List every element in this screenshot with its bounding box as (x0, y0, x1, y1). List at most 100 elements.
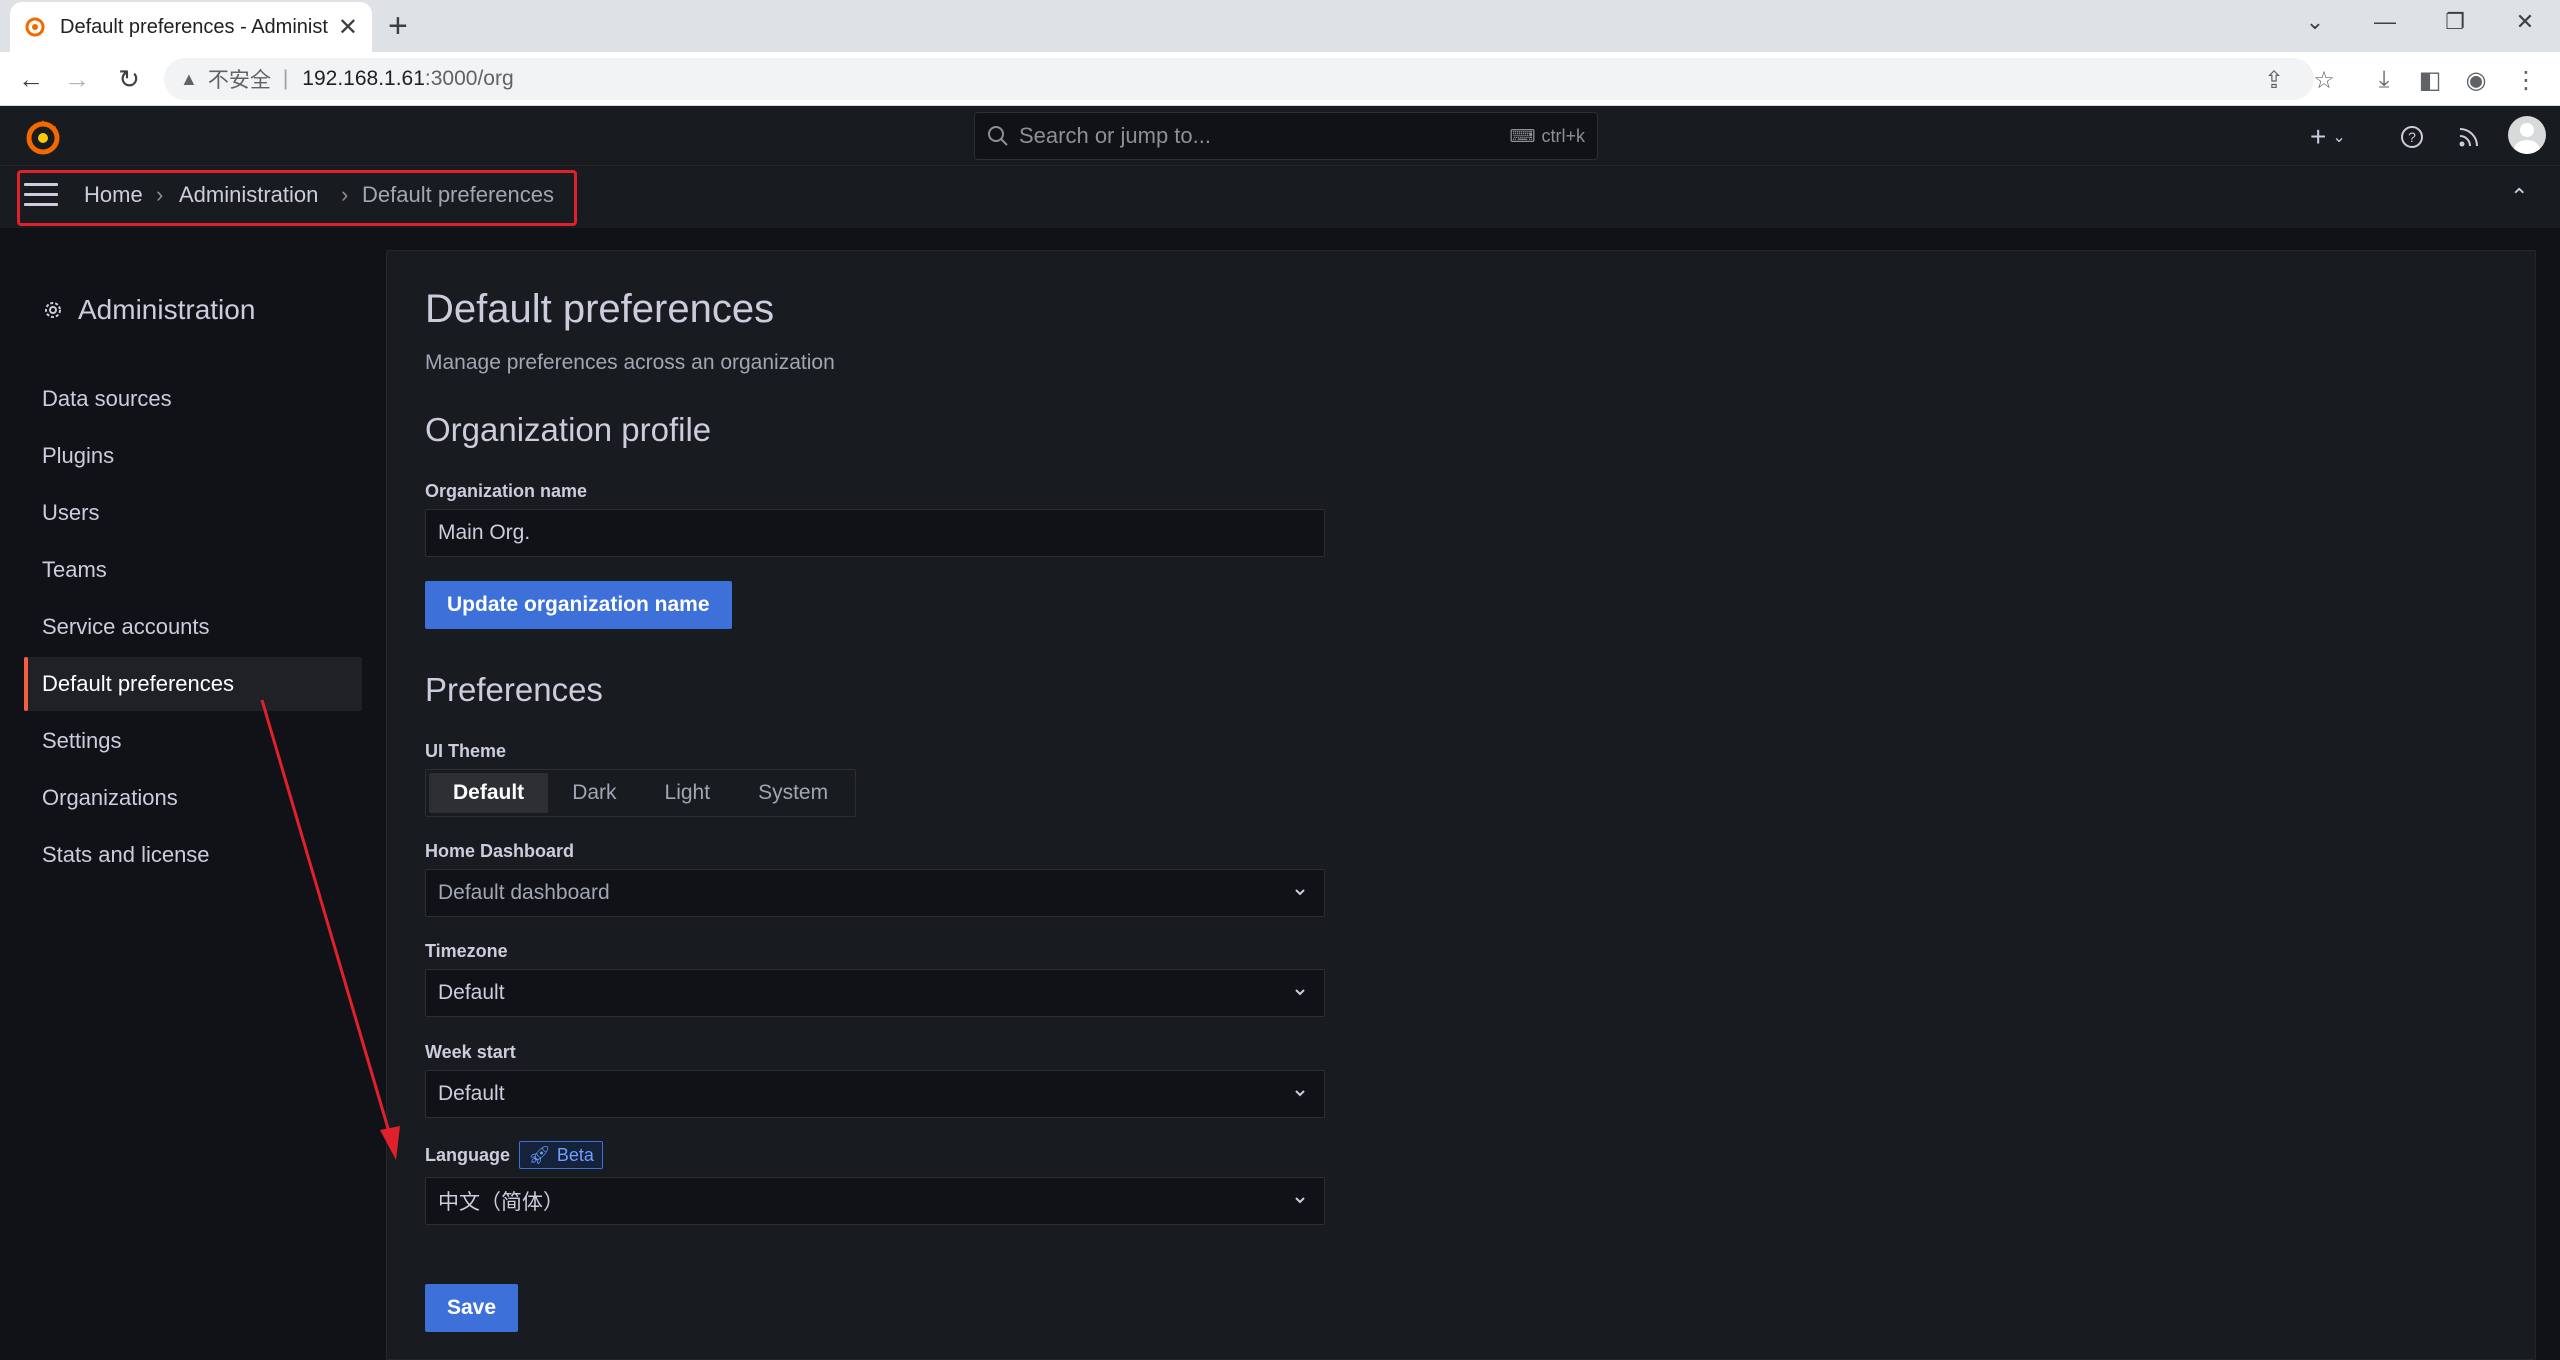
close-tab-icon[interactable]: ✕ (338, 13, 358, 42)
sidebar-item-organizations[interactable]: Organizations (24, 771, 362, 825)
breadcrumb-home[interactable]: Home (84, 182, 143, 208)
sidebar-header: Administration (42, 294, 255, 326)
download-icon[interactable]: ⤓ (2370, 66, 2398, 94)
plus-icon: + (2310, 121, 2327, 152)
chevron-down-icon: ⌄ (2332, 129, 2346, 146)
sidebar-item-label: Service accounts (42, 614, 210, 639)
close-window-icon[interactable]: ✕ (2490, 0, 2560, 44)
side-panel-icon[interactable]: ◧ (2416, 66, 2444, 94)
admin-sidebar: Administration Data sources Plugins User… (0, 228, 386, 1354)
breadcrumb-separator: › (341, 182, 349, 207)
address-bar[interactable]: ▲ 不安全 | 192.168.1.61 :3000/org (164, 58, 2314, 100)
org-name-value: Main Org. (438, 521, 531, 544)
browser-menu-icon[interactable]: ⋮ (2512, 66, 2540, 94)
ui-theme-label: UI Theme (425, 741, 507, 761)
chevron-down-icon (1290, 1190, 1310, 1210)
tab-title: Default preferences - Administ (60, 15, 328, 38)
new-tab-icon[interactable]: + (388, 8, 408, 44)
sidebar-item-service-accounts[interactable]: Service accounts (24, 600, 362, 654)
org-name-input[interactable]: Main Org. (425, 509, 1325, 557)
browser-tab-strip: Default preferences - Administ ✕ + ⌄ — ❐… (0, 0, 2560, 52)
share-icon[interactable]: ⇪ (2260, 66, 2288, 94)
warning-icon: ▲ (180, 68, 198, 89)
home-dashboard-value: Default dashboard (438, 881, 610, 904)
save-button[interactable]: Save (425, 1284, 519, 1332)
chevron-up-icon[interactable]: ⌃ (2510, 184, 2528, 210)
minimize-icon[interactable]: — (2350, 0, 2420, 44)
sidebar-item-plugins[interactable]: Plugins (24, 429, 362, 483)
breadcrumb-current: Default preferences (362, 182, 554, 207)
sidebar-item-settings[interactable]: Settings (24, 714, 362, 768)
theme-option-system[interactable]: System (734, 773, 852, 813)
sidebar-item-data-sources[interactable]: Data sources (24, 372, 362, 426)
search-input[interactable]: Search or jump to... ⌨ ctrl+k (974, 112, 1598, 160)
home-dashboard-select[interactable]: Default dashboard (425, 869, 1325, 917)
browser-toolbar: ← → ↻ ▲ 不安全 | 192.168.1.61 :3000/org ⇪ ☆… (0, 52, 2560, 106)
org-profile-heading: Organization profile (425, 411, 712, 448)
help-icon[interactable]: ? (2400, 122, 2424, 152)
sidebar-item-label: Organizations (42, 785, 178, 810)
sidebar-item-stats-and-license[interactable]: Stats and license (24, 828, 362, 882)
org-name-label: Organization name (425, 481, 588, 501)
breadcrumb-administration[interactable]: Administration (179, 182, 318, 208)
svg-text:?: ? (2408, 129, 2416, 145)
language-select[interactable]: 中文（简体） (425, 1177, 1325, 1225)
sidebar-item-default-preferences[interactable]: Default preferences (24, 657, 362, 711)
add-new-dropdown[interactable]: + ⌄ (2310, 121, 2346, 152)
chevron-down-icon (1290, 1083, 1310, 1103)
tab-search-icon[interactable]: ⌄ (2280, 0, 2350, 44)
ui-theme-radio-group: Default Dark Light System (425, 769, 857, 817)
url-path: :3000/org (424, 67, 514, 90)
language-label: Language (425, 1145, 511, 1165)
grafana-top-nav: Search or jump to... ⌨ ctrl+k + ⌄ ? (0, 106, 2560, 166)
sidebar-title: Administration (78, 294, 256, 325)
restore-icon[interactable]: ❐ (2420, 0, 2490, 44)
search-icon (987, 125, 1009, 147)
forward-icon[interactable]: → (60, 62, 94, 96)
beta-badge: 🚀︎ Beta (519, 1141, 603, 1169)
user-avatar[interactable] (2508, 116, 2546, 154)
sidebar-item-teams[interactable]: Teams (24, 543, 362, 597)
timezone-select[interactable]: Default (425, 969, 1325, 1017)
theme-option-default[interactable]: Default (429, 773, 549, 813)
sidebar-item-label: Data sources (42, 386, 172, 411)
main-content: Default preferences Manage preferences a… (386, 250, 2536, 1360)
language-value: 中文（简体） (438, 1191, 564, 1214)
breadcrumb-separator: › (156, 182, 164, 207)
sidebar-item-label: Settings (42, 728, 122, 753)
update-org-name-button[interactable]: Update organization name (425, 581, 732, 629)
timezone-label: Timezone (425, 941, 508, 961)
sidebar-item-label: Stats and license (42, 842, 210, 867)
search-placeholder: Search or jump to... (1019, 123, 1211, 148)
grafana-favicon-icon (24, 16, 46, 38)
beta-badge-label: Beta (556, 1144, 594, 1165)
timezone-value: Default (438, 981, 505, 1004)
sidebar-item-users[interactable]: Users (24, 486, 362, 540)
news-feed-icon[interactable] (2458, 122, 2480, 152)
sidebar-item-label: Default preferences (42, 671, 234, 696)
menu-toggle-icon[interactable] (24, 183, 58, 211)
profile-icon[interactable]: ◉ (2462, 66, 2490, 94)
back-icon[interactable]: ← (14, 62, 48, 96)
bookmark-star-icon[interactable]: ☆ (2310, 66, 2338, 94)
week-start-select[interactable]: Default (425, 1070, 1325, 1118)
url-separator: | (282, 67, 289, 90)
chevron-down-icon (1290, 982, 1310, 1002)
not-secure-label: 不安全 (207, 69, 271, 92)
shortcut-label: ctrl+k (1541, 125, 1585, 146)
keyboard-icon: ⌨ (1509, 125, 1536, 146)
home-dashboard-label: Home Dashboard (425, 841, 575, 861)
browser-tab[interactable]: Default preferences - Administ ✕ (10, 2, 372, 52)
gear-icon (42, 299, 64, 321)
week-start-label: Week start (425, 1042, 516, 1062)
rocket-icon: 🚀︎ (528, 1144, 551, 1165)
reload-icon[interactable]: ↻ (112, 62, 146, 96)
search-shortcut: ⌨ ctrl+k (1510, 126, 1586, 147)
theme-option-dark[interactable]: Dark (548, 773, 640, 813)
page-subtitle: Manage preferences across an organizatio… (425, 351, 835, 374)
grafana-logo-icon[interactable] (22, 116, 64, 158)
sidebar-item-label: Plugins (42, 443, 115, 468)
week-start-value: Default (438, 1082, 505, 1105)
sidebar-item-label: Users (42, 500, 100, 525)
theme-option-light[interactable]: Light (641, 773, 735, 813)
